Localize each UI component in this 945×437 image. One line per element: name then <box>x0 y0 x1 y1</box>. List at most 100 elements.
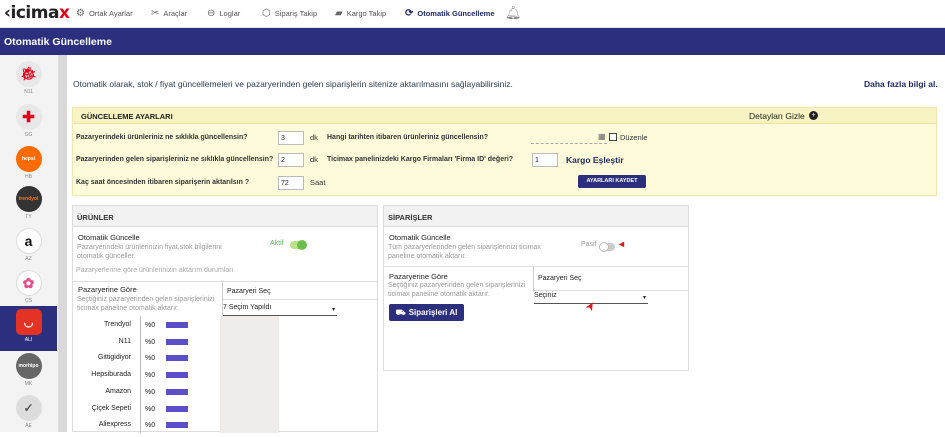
orders-panel-header: SİPARİŞLER <box>384 206 688 227</box>
chevron-down-icon: ▾ <box>331 307 335 313</box>
select-value: 7 Seçim Yapıldı <box>223 304 272 311</box>
ticimax-logo[interactable]: ‹icimax <box>4 3 70 23</box>
nav-ortak-ayarlar[interactable]: ⚙ Ortak Ayarlar <box>76 8 133 19</box>
mp-row-name: Çiçek Sepeti <box>91 405 131 412</box>
shopping-bag-icon: ⛟ <box>395 308 406 317</box>
red-arrow-icon: ◂ <box>619 239 625 250</box>
plus-circle-icon[interactable]: + <box>809 111 818 120</box>
edit-checkbox-label: Düzenle <box>620 133 648 142</box>
product-frequency-unit: dk <box>310 133 318 142</box>
products-auto-desc: Pazaryerindeki ürünlerinizin fiyat,stok … <box>77 244 222 260</box>
mp-row-bar <box>166 322 188 328</box>
q-start-date-label: Hangi tarihten itibaren ürünleriniz günc… <box>327 134 489 141</box>
q-hours-label: Kaç saat öncesinden itibaren siparişerin… <box>76 179 250 186</box>
sidebar-item-ali[interactable]: ◡ ALI <box>0 306 57 351</box>
nav-kargo-takip[interactable]: ▰ Kargo Takip <box>335 8 386 19</box>
products-panel-header: ÜRÜNLER <box>73 206 377 227</box>
mp-row-name: Hepsiburada <box>91 371 131 378</box>
divider <box>140 316 141 433</box>
orders-state-label: Pasif <box>581 241 597 248</box>
products-auto-toggle[interactable] <box>290 240 307 250</box>
orders-by-mp-desc: Seçtiğiniz pazaryerinden gelen siparişle… <box>388 282 526 298</box>
box-icon: ⬡ <box>262 8 271 19</box>
settings-title: GÜNCELLEME AYARLARI <box>81 112 173 121</box>
nav-siparis-takip[interactable]: ⬡ Sipariş Takip <box>262 8 317 19</box>
products-mp-select[interactable]: 7 Seçim Yapıldı ▾ <box>223 304 337 316</box>
amazon-logo: a <box>15 228 42 254</box>
products-mp-col-header: Pazaryeri Seç <box>227 288 271 295</box>
start-date-input[interactable] <box>531 132 607 144</box>
products-auto-title: Otomatik Güncelle <box>78 233 140 242</box>
edit-checkbox[interactable] <box>609 133 617 141</box>
nav-araclar[interactable]: ✂ Araçlar <box>151 8 187 19</box>
mp-row-pct: %0 <box>145 389 156 396</box>
chevron-down-icon: ▾ <box>642 295 646 301</box>
sidebar-item-ae[interactable]: ✓ AE <box>0 392 57 437</box>
tools-icon: ✂ <box>151 8 160 19</box>
sidebar-item-gg[interactable]: ✚ GG <box>0 101 57 146</box>
order-frequency-unit: dk <box>310 155 318 164</box>
bell-icon[interactable]: 🔔︎ <box>505 5 522 21</box>
select-value: Seçiniz <box>534 292 557 299</box>
orders-by-mp-title: Pazaryerine Göre <box>389 272 448 281</box>
sync-icon: ⟳ <box>405 8 414 19</box>
import-orders-button[interactable]: ⛟ Siparişleri Al <box>389 304 464 321</box>
save-settings-button[interactable]: AYARLARI KAYDET <box>578 175 646 188</box>
nav-label: Ortak Ayarlar <box>88 9 133 18</box>
kargo-match-link[interactable]: Kargo Eşleştir <box>566 155 624 165</box>
top-navbar: ‹icimax ⚙ Ortak Ayarlar ✂ Araçlar ⊖ Logl… <box>0 0 945 28</box>
toggle-knob <box>297 240 307 250</box>
sidebar-scrollbar[interactable] <box>59 55 67 432</box>
orders-auto-toggle[interactable] <box>599 242 615 252</box>
settings-header: GÜNCELLEME AYARLARI Detayları Gizle + <box>73 108 936 124</box>
mp-row-pct: %0 <box>145 372 156 379</box>
calendar-icon[interactable]: ▦ <box>598 132 606 141</box>
intro-text: Otomatik olarak, stok / fiyat güncelleme… <box>73 79 513 89</box>
order-frequency-input[interactable]: 2 <box>278 153 304 167</box>
page-title: Otomatik Güncelleme <box>0 28 945 55</box>
cargo-id-input[interactable]: 1 <box>532 153 558 167</box>
mp-row-name: Amazon <box>105 388 131 395</box>
toggle-details-link[interactable]: Detayları Gizle <box>749 111 805 121</box>
mp-row-name: Trendyol <box>104 321 131 328</box>
divider <box>384 266 688 267</box>
products-state-label: Aktif <box>270 240 284 247</box>
settings-panel: GÜNCELLEME AYARLARI Detayları Gizle + Pa… <box>72 107 937 196</box>
sidebar-item-hb[interactable]: hepsi HB <box>0 143 57 188</box>
products-chart-area <box>220 316 279 433</box>
toggle-knob <box>599 242 609 252</box>
q-product-frequency-label: Pazaryerindeki ürünleriniz ne sıklıkla g… <box>76 134 248 141</box>
sidebar-item-mk[interactable]: morhipo MK <box>0 350 57 395</box>
orders-auto-desc: Tüm pazaryerlerinden gelen siparişlerini… <box>388 244 541 260</box>
mp-row-bar <box>166 406 188 412</box>
more-info-link[interactable]: Daha fazla bilgi al. <box>864 79 938 89</box>
sidebar-item-n11[interactable]: 🐞︎ N11 <box>0 58 57 103</box>
mp-row-pct: %0 <box>145 355 156 362</box>
orders-title: SİPARİŞLER <box>388 213 433 222</box>
nav-label: Sipariş Takip <box>274 9 318 18</box>
mp-row-pct: %0 <box>145 339 156 346</box>
orders-panel: SİPARİŞLER Otomatik Güncelle Tüm pazarye… <box>383 205 689 371</box>
trendyol-logo: trendyol <box>15 186 42 212</box>
checkmark-logo-icon: ✓ <box>15 395 42 421</box>
nav-otomatik-guncelleme[interactable]: ⟳ Otomatik Güncelleme <box>405 8 495 19</box>
q-order-frequency-label: Pazaryerinden gelen siparişleriniz ne sı… <box>76 156 274 163</box>
nav-label: Kargo Takip <box>346 9 387 18</box>
nav-label: Otomatik Güncelleme <box>417 9 495 18</box>
q-cargo-id-label: Ticimax panelinizdeki Kargo Firmaları 'F… <box>327 156 514 163</box>
nav-loglar[interactable]: ⊖ Loglar <box>207 8 240 19</box>
products-hint: Pazaryerlerine göre ürünlerinizin aktarı… <box>76 267 234 274</box>
hours-input[interactable]: 72 <box>278 176 304 190</box>
gear-icon: ⚙ <box>76 8 85 19</box>
sidebar-item-az[interactable]: a AZ <box>0 225 57 270</box>
truck-icon: ▰ <box>335 8 343 19</box>
marketplace-sidebar: 🐞︎ N11 ✚ GG hepsi HB trendyol TY a AZ ✿ … <box>0 55 59 432</box>
mp-row-pct: %0 <box>145 406 156 413</box>
products-title: ÜRÜNLER <box>77 213 114 222</box>
sidebar-item-ty[interactable]: trendyol TY <box>0 183 57 228</box>
mp-row-name: Aliexpress <box>98 421 131 428</box>
mp-row-name: N11 <box>118 338 131 345</box>
shopping-bag-icon: ◡ <box>15 309 42 335</box>
morhipo-logo: morhipo <box>15 353 42 379</box>
product-frequency-input[interactable]: 3 <box>278 131 304 145</box>
